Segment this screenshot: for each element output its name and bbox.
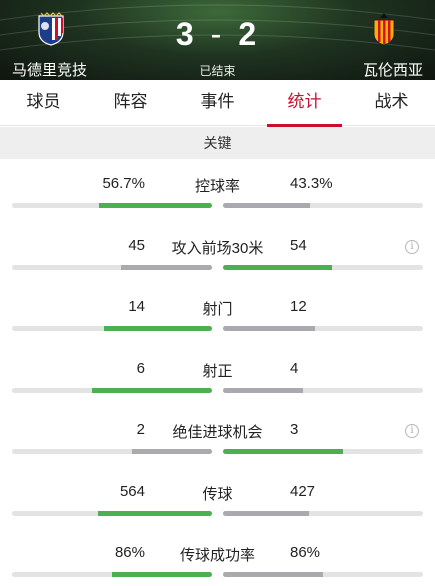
home-stat-bar-fill	[132, 449, 212, 454]
stat-row-pass-accuracy: 86% 传球成功率 86%	[0, 528, 435, 586]
away-stat-bar-fill	[223, 387, 303, 393]
home-stat-bar	[12, 572, 212, 577]
stat-away-value: 43.3%	[290, 175, 333, 192]
home-stat-bar	[12, 449, 212, 454]
tab-events[interactable]: 事件	[174, 80, 261, 125]
away-stat-bar	[223, 326, 423, 331]
stat-away-value: 3	[290, 421, 299, 438]
stat-row-shots-on-target: 6 射正 4	[0, 344, 435, 406]
stat-row-final-third-entries: 45 攻入前场30米 54 i	[0, 221, 435, 283]
home-stat-bar-fill	[104, 326, 212, 331]
section-title: 关键	[0, 127, 435, 159]
away-stat-bar-fill	[223, 449, 343, 454]
home-stat-bar	[12, 387, 212, 393]
away-stat-bar	[223, 387, 423, 393]
away-stat-bar-fill	[223, 572, 323, 577]
stat-away-value: 12	[290, 298, 307, 315]
stat-label: 攻入前场30米	[171, 239, 264, 257]
home-stat-bar	[12, 510, 212, 516]
away-stat-bar-fill	[223, 203, 310, 208]
valencia-crest-icon	[373, 13, 395, 46]
stat-away-value: 86%	[290, 544, 321, 561]
stat-label: 绝佳进球机会	[172, 424, 263, 441]
home-stat-bar-fill	[121, 264, 212, 270]
tab-bar: 球员 阵容 事件 统计 战术	[0, 80, 435, 127]
home-stat-bar	[12, 264, 212, 270]
away-team-name[interactable]: 瓦伦西亚	[363, 59, 423, 80]
stat-away-value: 427	[290, 482, 316, 500]
info-icon[interactable]: i	[405, 424, 419, 438]
away-stat-bar-fill	[223, 326, 316, 331]
stat-label: 射门	[202, 301, 233, 318]
tab-stats[interactable]: 统计	[261, 80, 348, 127]
home-stat-bar-fill	[112, 572, 212, 577]
home-stat-bar-fill	[98, 510, 212, 516]
away-stat-bar	[223, 264, 423, 270]
stat-away-value: 54	[290, 236, 307, 254]
stat-label: 传球	[202, 485, 233, 503]
home-stat-bar	[12, 326, 212, 331]
home-stat-bar-fill	[92, 387, 212, 393]
tab-players[interactable]: 球员	[0, 80, 87, 125]
stat-row-shots: 14 射门 12	[0, 282, 435, 344]
away-stat-bar-fill	[223, 510, 310, 516]
away-stat-bar	[223, 203, 423, 208]
away-stat-bar	[223, 449, 423, 454]
home-score: 3	[175, 16, 197, 52]
info-icon[interactable]: i	[405, 239, 419, 254]
home-stat-bar-fill	[98, 203, 212, 208]
stat-row-possession: 56.7% 控球率 43.3%	[0, 159, 435, 221]
stat-row-passes: 564 传球 427	[0, 467, 435, 529]
tab-tactics[interactable]: 战术	[348, 80, 435, 125]
score-separator: -	[210, 16, 225, 52]
stat-label: 射正	[202, 362, 233, 380]
away-stat-bar	[223, 510, 423, 516]
tab-lineup[interactable]: 阵容	[87, 80, 174, 125]
away-stat-bar	[223, 572, 423, 577]
stat-label: 传球成功率	[179, 547, 255, 564]
match-header: 马德里竞技 3-2 已结束 瓦伦西亚	[0, 0, 435, 80]
away-stat-bar-fill	[223, 264, 332, 270]
stat-away-value: 4	[290, 359, 299, 377]
away-score: 2	[238, 16, 260, 52]
stats-list: 56.7% 控球率 43.3% 45 攻入前场30米 54 i 14 射门 12…	[0, 159, 435, 586]
stat-row-big-chances: 2 绝佳进球机会 3 i	[0, 405, 435, 467]
stat-label: 控球率	[194, 178, 240, 195]
home-stat-bar	[12, 203, 212, 208]
